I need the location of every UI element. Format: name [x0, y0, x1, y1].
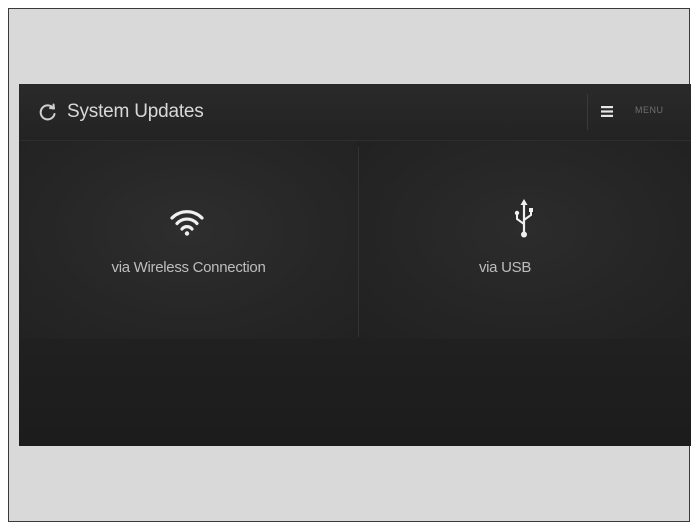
hamburger-menu-icon [601, 106, 613, 117]
system-updates-screen: System Updates MENU via Wireless Connect… [19, 84, 691, 446]
usb-option-label: via USB [478, 259, 532, 276]
header-bar: System Updates MENU [19, 84, 691, 141]
header-divider [587, 94, 588, 130]
page-title: System Updates [67, 101, 204, 122]
refresh-icon [39, 103, 56, 121]
wireless-option-label: via Wireless Connection [111, 259, 266, 276]
wireless-update-option[interactable]: via Wireless Connection [19, 141, 358, 339]
menu-label: MENU [635, 105, 664, 115]
usb-icon [514, 199, 533, 238]
wifi-icon [170, 210, 204, 236]
update-options: via Wireless Connection via USB [19, 141, 691, 339]
menu-button[interactable]: MENU [595, 100, 685, 124]
usb-update-option[interactable]: via USB [359, 141, 691, 339]
empty-content-area [19, 339, 691, 446]
